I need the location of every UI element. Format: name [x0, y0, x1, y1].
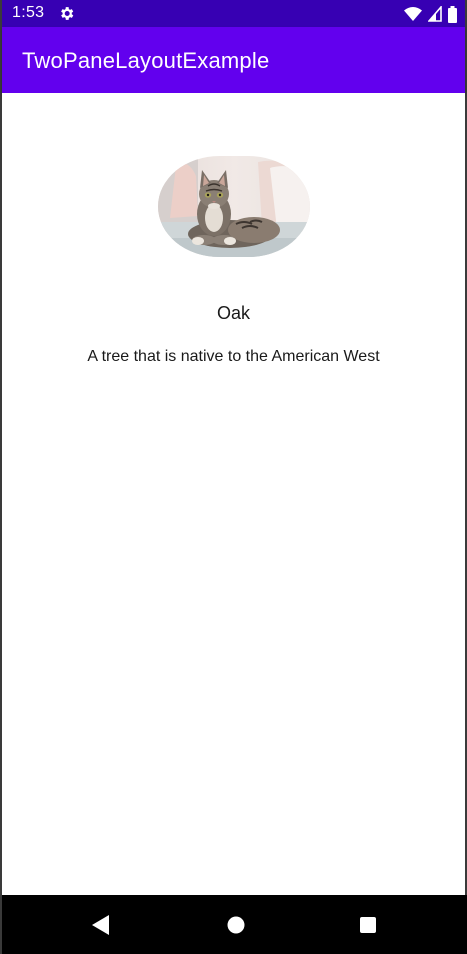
cat-photo: [158, 156, 310, 257]
detail-description: A tree that is native to the American We…: [87, 348, 380, 365]
app-title: TwoPaneLayoutExample: [22, 48, 270, 73]
cell-signal-icon: [428, 6, 442, 22]
detail-name: Oak: [216, 303, 250, 323]
status-bar: 1:53: [2, 0, 465, 27]
back-icon[interactable]: [88, 911, 116, 939]
status-icons: [404, 5, 457, 23]
navigation-bar: [2, 895, 467, 954]
home-icon[interactable]: [222, 911, 250, 939]
battery-icon: [448, 5, 457, 23]
detail-pane: Oak A tree that is native to the America…: [2, 93, 465, 895]
settings-icon: [61, 7, 74, 20]
phone-screen: 1:53 TwoPaneLayoutExample Oak A tree tha…: [0, 0, 467, 954]
wifi-icon: [404, 7, 422, 21]
app-bar: TwoPaneLayoutExample: [2, 27, 465, 93]
recents-icon[interactable]: [354, 911, 382, 939]
status-time: 1:53: [12, 4, 45, 21]
